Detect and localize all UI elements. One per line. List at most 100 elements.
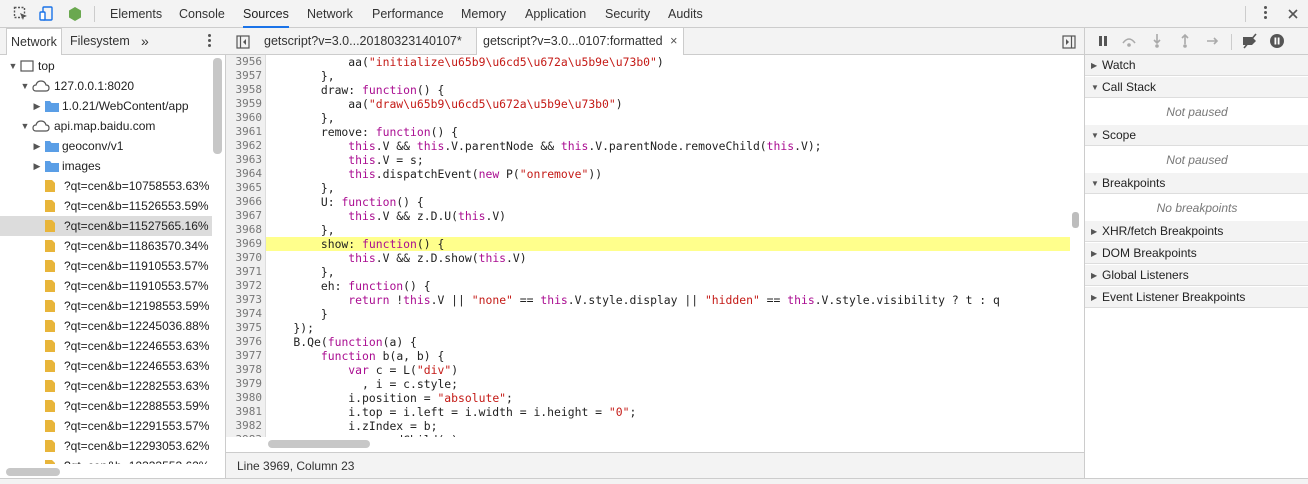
tree-file-item[interactable]: ?qt=cen&b=12282553.63% bbox=[0, 376, 212, 396]
customize-menu-icon[interactable] bbox=[1264, 6, 1268, 21]
deactivate-breakpoints-icon[interactable] bbox=[1241, 33, 1257, 49]
code-line[interactable]: }, bbox=[266, 181, 1070, 195]
line-number[interactable]: 3972 bbox=[226, 279, 263, 293]
code-line[interactable]: this.dispatchEvent(new P("onremove")) bbox=[266, 167, 1070, 181]
tree-cloud-item[interactable]: ▼ api.map.baidu.com bbox=[0, 116, 212, 136]
tree-file-item[interactable]: ?qt=cen&b=10758553.63% bbox=[0, 176, 212, 196]
line-number[interactable]: 3957 bbox=[226, 69, 263, 83]
tree-file-item[interactable]: ?qt=cen&b=11910553.57% bbox=[0, 256, 212, 276]
line-number[interactable]: 3967 bbox=[226, 209, 263, 223]
tree-file-item[interactable]: ?qt=cen&b=12291553.57% bbox=[0, 416, 212, 436]
tab-console[interactable]: Console bbox=[179, 0, 225, 28]
collapsed-arrow-icon[interactable]: ▶ bbox=[32, 96, 42, 116]
collapsed-arrow-icon[interactable]: ▶ bbox=[32, 136, 42, 156]
line-number[interactable]: 3979 bbox=[226, 377, 263, 391]
code-line[interactable]: }, bbox=[266, 265, 1070, 279]
line-number[interactable]: 3970 bbox=[226, 251, 263, 265]
code-line[interactable]: this.V && this.V.parentNode && this.V.pa… bbox=[266, 139, 1070, 153]
code-line[interactable]: i.zIndex = b; bbox=[266, 419, 1070, 433]
tree-folder-item[interactable]: ▶ 1.0.21/WebContent/app bbox=[0, 96, 212, 116]
tab-elements[interactable]: Elements bbox=[110, 0, 162, 28]
tree-file-item[interactable]: ?qt=cen&b=12333553.62% bbox=[0, 456, 212, 464]
tree-cloud-item[interactable]: ▼ 127.0.0.1:8020 bbox=[0, 76, 212, 96]
line-number[interactable]: 3976 bbox=[226, 335, 263, 349]
line-number[interactable]: 3962 bbox=[226, 139, 263, 153]
line-number-gutter[interactable]: 3956 3957 3958 3959 3960 3961 3962 3963 3964 3965… bbox=[226, 55, 266, 437]
line-number[interactable]: 3981 bbox=[226, 405, 263, 419]
line-number[interactable]: 3958 bbox=[226, 83, 263, 97]
code-line[interactable]: }, bbox=[266, 223, 1070, 237]
section-scope[interactable]: ▼ Scope bbox=[1085, 125, 1308, 146]
inspect-icon[interactable] bbox=[12, 5, 30, 23]
line-number[interactable]: 3980 bbox=[226, 391, 263, 405]
line-number[interactable]: 3964 bbox=[226, 167, 263, 181]
section-watch[interactable]: ▶ Watch bbox=[1085, 55, 1308, 76]
code-line[interactable]: i.position = "absolute"; bbox=[266, 391, 1070, 405]
tree-file-item[interactable]: ?qt=cen&b=11863570.34% bbox=[0, 236, 212, 256]
toggle-navigator-icon[interactable] bbox=[234, 33, 252, 51]
close-icon[interactable] bbox=[1284, 5, 1302, 23]
section-breakpoints[interactable]: ▼ Breakpoints bbox=[1085, 173, 1308, 194]
section-dom-breakpoints[interactable]: ▶ DOM Breakpoints bbox=[1085, 243, 1308, 264]
line-number[interactable]: 3963 bbox=[226, 153, 263, 167]
editor-horizontal-scrollbar[interactable] bbox=[268, 440, 370, 448]
tab-network[interactable]: Network bbox=[307, 0, 353, 28]
section-global-listeners[interactable]: ▶ Global Listeners bbox=[1085, 265, 1308, 286]
code-line[interactable]: return !this.V || "none" == this.V.style… bbox=[266, 293, 1070, 307]
navigator-vertical-scrollbar[interactable] bbox=[213, 58, 222, 154]
close-tab-icon[interactable]: × bbox=[670, 34, 677, 48]
tab-network-files[interactable]: Network bbox=[6, 28, 62, 55]
navigator-menu-icon[interactable] bbox=[208, 34, 212, 49]
section-xhr-fetch-breakpoints[interactable]: ▶ XHR/fetch Breakpoints bbox=[1085, 221, 1308, 242]
code-line[interactable]: this.V && z.D.U(this.V) bbox=[266, 209, 1070, 223]
step-out-icon[interactable] bbox=[1177, 33, 1193, 49]
code-line[interactable]: }, bbox=[266, 111, 1070, 125]
tree-file-item[interactable]: ?qt=cen&b=12246553.63% bbox=[0, 336, 212, 356]
pause-icon[interactable] bbox=[1095, 33, 1111, 49]
tree-file-item[interactable]: ?qt=cen&b=12288553.59% bbox=[0, 396, 212, 416]
code-line[interactable]: }, bbox=[266, 69, 1070, 83]
step-icon[interactable] bbox=[1205, 33, 1221, 49]
tab-audits[interactable]: Audits bbox=[668, 0, 703, 28]
tab-memory[interactable]: Memory bbox=[461, 0, 506, 28]
code-line[interactable]: B.Qe(function(a) { bbox=[266, 335, 1070, 349]
tab-security[interactable]: Security bbox=[605, 0, 650, 28]
editor-tab-formatted[interactable]: getscript?v=3.0...0107:formatted × bbox=[476, 28, 685, 55]
code-line[interactable]: i.top = i.left = i.width = i.height = "0… bbox=[266, 405, 1070, 419]
toggle-debugger-icon[interactable] bbox=[1060, 33, 1078, 51]
line-number[interactable]: 3977 bbox=[226, 349, 263, 363]
tree-file-item[interactable]: ?qt=cen&b=11526553.59% bbox=[0, 196, 212, 216]
line-number[interactable]: 3975 bbox=[226, 321, 263, 335]
navigator-horizontal-scrollbar[interactable] bbox=[6, 468, 60, 476]
tree-file-item[interactable]: ?qt=cen&b=12293053.62% bbox=[0, 436, 212, 456]
more-tabs-button[interactable]: » bbox=[141, 28, 149, 55]
code-line[interactable]: var c = L("div") bbox=[266, 363, 1070, 377]
code-line[interactable]: aa("initialize\u65b9\u6cd5\u672a\u5b9e\u… bbox=[266, 55, 1070, 69]
line-number[interactable]: 3982 bbox=[226, 419, 263, 433]
line-number[interactable]: 3983 bbox=[226, 433, 263, 437]
line-number[interactable]: 3959 bbox=[226, 97, 263, 111]
editor-tab-original[interactable]: getscript?v=3.0...20180323140107* bbox=[256, 28, 470, 55]
device-icon[interactable] bbox=[38, 5, 56, 23]
tree-file-item[interactable]: ?qt=cen&b=12246553.63% bbox=[0, 356, 212, 376]
code-line[interactable]: U: function() { bbox=[266, 195, 1070, 209]
code-line[interactable]: aa("draw\u65b9\u6cd5\u672a\u5b9e\u73b0") bbox=[266, 97, 1070, 111]
tree-folder-item[interactable]: ▶ geoconv/v1 bbox=[0, 136, 212, 156]
line-number[interactable]: 3966 bbox=[226, 195, 263, 209]
section-call-stack[interactable]: ▼ Call Stack bbox=[1085, 77, 1308, 98]
code-line[interactable]: this.V = s; bbox=[266, 153, 1070, 167]
code-line[interactable]: } bbox=[266, 307, 1070, 321]
expanded-arrow-icon[interactable]: ▼ bbox=[20, 116, 30, 136]
code-line[interactable]: eh: function() { bbox=[266, 279, 1070, 293]
line-number[interactable]: 3974 bbox=[226, 307, 263, 321]
line-number[interactable]: 3961 bbox=[226, 125, 263, 139]
tab-application[interactable]: Application bbox=[525, 0, 586, 28]
step-into-icon[interactable] bbox=[1149, 33, 1165, 49]
tree-file-item[interactable]: ?qt=cen&b=12198553.59% bbox=[0, 296, 212, 316]
code-line[interactable]: draw: function() { bbox=[266, 83, 1070, 97]
step-over-icon[interactable] bbox=[1121, 33, 1137, 49]
code-line[interactable]: , i = c.style; bbox=[266, 377, 1070, 391]
tree-file-item[interactable]: ?qt=cen&b=11910553.57% bbox=[0, 276, 212, 296]
expanded-arrow-icon[interactable]: ▼ bbox=[8, 56, 18, 76]
collapsed-arrow-icon[interactable]: ▶ bbox=[32, 156, 42, 176]
